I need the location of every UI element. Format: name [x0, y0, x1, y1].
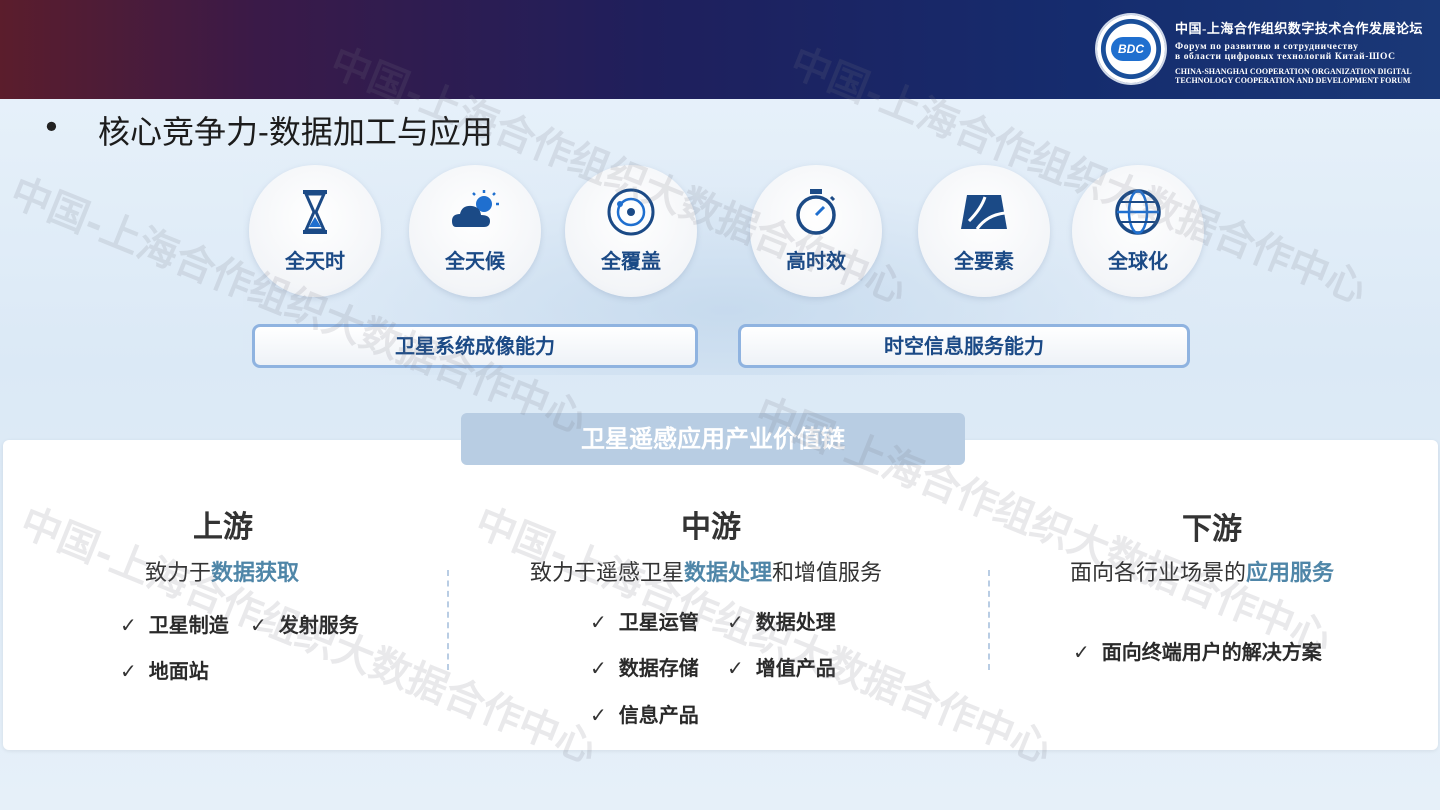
imaging-capability-box: 卫星系统成像能力 [252, 324, 698, 368]
weather-icon [452, 190, 499, 227]
midstream-desc-post: 和增值服务 [772, 561, 883, 586]
midstream-desc-highlight: 数据处理 [684, 561, 773, 586]
upstream-heading: 上游 [193, 510, 253, 545]
header-band: BDC 中国-上海合作组织数字技术合作发展论坛 Форум по развити… [0, 0, 1440, 99]
upstream-desc-pre: 致力于 [145, 561, 212, 586]
capability-label: 高时效 [786, 249, 846, 273]
forum-name-cn: 中国-上海合作组织数字技术合作发展论坛 [1175, 21, 1423, 36]
downstream-description: 面向各行业场景的应用服务 [1070, 555, 1334, 587]
capability-label: 全天候 [445, 249, 505, 273]
checklist-item: ✓ 增值产品 [727, 652, 836, 681]
checklist-item-label: 信息产品 [618, 703, 699, 727]
capability-label: 全球化 [1108, 249, 1168, 273]
checklist-item-label: 增值产品 [755, 656, 836, 680]
forum-name-en-1: CHINA-SHANGHAI COOPERATION ORGANIZATION … [1175, 67, 1412, 76]
upstream-description: 致力于数据获取 [145, 555, 299, 587]
capability-circle: 全球化 [1072, 165, 1204, 297]
checklist-item-label: 卫星运管 [618, 610, 699, 634]
globe-icon [1115, 189, 1161, 235]
forum-name-en-2: TECHNOLOGY COOPERATION AND DEVELOPMENT F… [1175, 76, 1411, 85]
capability-circle: 全天候 [409, 165, 541, 297]
downstream-heading: 下游 [1182, 512, 1242, 547]
check-icon: ✓ [120, 613, 137, 637]
capability-circle: 全天时 [249, 165, 381, 297]
value-chain-banner: 卫星遥感应用产业价值链 [461, 413, 965, 465]
capability-label: 全要素 [954, 249, 1014, 273]
checklist-item-label: 面向终端用户的解决方案 [1101, 640, 1322, 664]
checklist-item: ✓ 卫星运管 [590, 606, 699, 635]
capability-label: 全天时 [285, 249, 345, 273]
forum-name-ru-1: Форум по развитию и сотрудничеству [1175, 42, 1359, 52]
downstream-desc-pre: 面向各行业场景的 [1070, 561, 1247, 586]
orbit-icon [607, 188, 655, 236]
check-icon: ✓ [590, 656, 607, 680]
checklist-item: ✓ 数据存储 [590, 652, 699, 681]
checklist-item: ✓ 发射服务 [250, 609, 359, 638]
forum-name: 中国-上海合作组织数字技术合作发展论坛 Форум по развитию и … [1175, 18, 1423, 85]
slide-title: 核心竞争力-数据加工与应用 [98, 113, 493, 151]
midstream-heading: 中游 [681, 510, 741, 545]
checklist-item: ✓ 数据处理 [727, 606, 836, 635]
forum-name-ru-2: в области цифровых технологий Китай-ШОС [1175, 52, 1396, 62]
check-icon: ✓ [250, 613, 267, 637]
check-icon: ✓ [120, 659, 137, 683]
map-icon [961, 195, 1007, 230]
check-icon: ✓ [590, 703, 607, 727]
column-divider [988, 570, 990, 670]
checklist-item-label: 卫星制造 [148, 613, 229, 637]
check-icon: ✓ [727, 656, 744, 680]
capability-label: 全覆盖 [601, 249, 661, 273]
check-icon: ✓ [590, 610, 607, 634]
checklist-item-label: 数据存储 [618, 656, 699, 680]
checklist-item-label: 发射服务 [278, 613, 359, 637]
check-icon: ✓ [727, 610, 744, 634]
checklist-item: ✓ 地面站 [120, 655, 209, 684]
spatiotemporal-service-box: 时空信息服务能力 [738, 324, 1190, 368]
checklist-item: ✓ 卫星制造 [120, 609, 229, 638]
downstream-desc-highlight: 应用服务 [1246, 561, 1335, 586]
checklist-item-label: 数据处理 [755, 610, 836, 634]
upstream-desc-highlight: 数据获取 [211, 561, 300, 586]
capability-circle: 全覆盖 [565, 165, 697, 297]
capability-circle: 全要素 [918, 165, 1050, 297]
capability-circle: 高时效 [750, 165, 882, 297]
forum-logo: BDC [1097, 15, 1165, 83]
checklist-item: ✓ 信息产品 [590, 699, 699, 728]
midstream-desc-pre: 致力于遥感卫星 [530, 561, 685, 586]
title-bullet: • [42, 108, 61, 146]
check-icon: ✓ [1073, 640, 1090, 664]
midstream-description: 致力于遥感卫星数据处理和增值服务 [530, 555, 882, 587]
logo-mark: BDC [1111, 37, 1151, 61]
value-chain-panel [3, 440, 1438, 750]
column-divider [447, 570, 449, 670]
checklist-item: ✓ 面向终端用户的解决方案 [1073, 636, 1322, 665]
stopwatch-icon [796, 189, 836, 235]
hourglass-icon [303, 190, 327, 234]
checklist-item-label: 地面站 [148, 659, 209, 683]
